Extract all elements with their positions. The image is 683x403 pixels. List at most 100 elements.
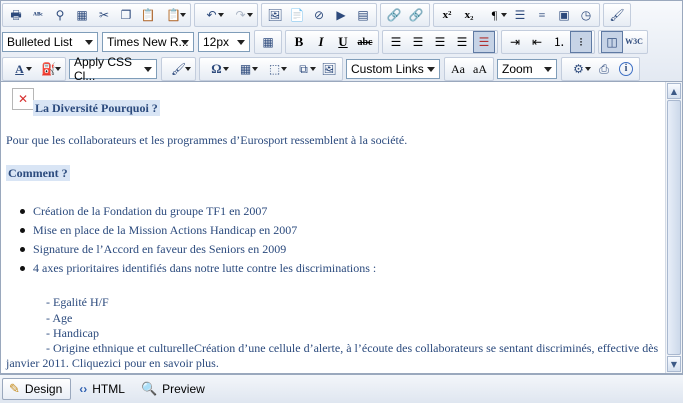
align-icon: ≡ xyxy=(538,8,546,22)
heading-comment: Comment ? xyxy=(6,165,70,181)
font-name-select[interactable]: Times New R... xyxy=(102,32,194,52)
document-body[interactable]: ✕ La Diversité Pourquoi ? Pour que les c… xyxy=(6,82,661,372)
bulleted-list-button[interactable]: ⁝ xyxy=(570,31,592,53)
media-manager-button[interactable]: ▶ xyxy=(330,4,352,26)
insert-date-button[interactable]: ◷ xyxy=(575,4,597,26)
align-right-button[interactable]: ☰ xyxy=(429,31,451,53)
image-icon: 🖼 xyxy=(267,8,283,22)
underline-button[interactable]: U xyxy=(332,31,354,53)
list-item: Création de la Fondation du groupe TF1 e… xyxy=(19,204,268,218)
heading-diversite: La Diversité Pourquoi ? xyxy=(33,100,160,116)
scroll-up-button[interactable]: ▲ xyxy=(667,83,681,99)
axis-line-wrap: janvier 2011. Cliquezici pour en savoir … xyxy=(6,356,219,370)
document-icon: 📄 xyxy=(289,8,305,22)
print-button[interactable]: 🖶 xyxy=(5,4,27,26)
pencil-icon: ✎ xyxy=(9,381,20,396)
toolbar-row-2: Bulleted List Times New R... 12px ▦ B I … xyxy=(2,29,651,55)
xhtml-validator-button[interactable]: ◫ xyxy=(601,31,623,53)
insert-custom-link-button[interactable]: ⧉ xyxy=(289,58,318,80)
remove-alignment-button[interactable]: ☰ xyxy=(473,31,495,53)
align-center-button[interactable]: ☰ xyxy=(407,31,429,53)
toggle-borders-button[interactable]: ▦ xyxy=(257,31,279,53)
template-manager-button[interactable]: ▤ xyxy=(352,4,374,26)
mode-bar: ✎ Design ‹› HTML 🔍 Preview xyxy=(0,374,683,403)
format-stripper-button[interactable]: ≡ xyxy=(531,4,553,26)
paragraph-button[interactable]: ¶ xyxy=(480,4,509,26)
hyperlink-button[interactable]: 🔗 xyxy=(383,4,405,26)
design-mode-tab[interactable]: ✎ Design xyxy=(2,378,72,400)
strikethrough-icon: abc xyxy=(357,36,373,48)
paste-options-button[interactable]: 📋 xyxy=(159,4,188,26)
toolbar-group-html: ▦ xyxy=(254,30,282,54)
page-properties-button[interactable]: ⎙ xyxy=(593,58,615,80)
image-map-button[interactable]: 🖼 xyxy=(318,58,340,80)
flash-manager-button[interactable]: ⊘ xyxy=(308,4,330,26)
undo-button[interactable]: ↶ xyxy=(197,4,226,26)
italic-button[interactable]: I xyxy=(310,31,332,53)
align-left-button[interactable]: ☰ xyxy=(385,31,407,53)
about-button[interactable]: i xyxy=(615,58,637,80)
clock-icon: ◷ xyxy=(580,8,592,22)
lowercase-icon: Aa xyxy=(451,62,465,76)
unlink-button[interactable]: 🔗 xyxy=(405,4,427,26)
indent-button[interactable]: ⇥ xyxy=(504,31,526,53)
numbered-list-button[interactable]: ⒈ xyxy=(548,31,570,53)
toolbar-row-3: A ⛽ Apply CSS Cl... 🖌 Ω ▦ ⬚ ⧉ 🖼 Custom L… xyxy=(2,55,643,83)
back-color-button[interactable]: ⛽ xyxy=(34,58,63,80)
template-icon: ▤ xyxy=(357,8,369,22)
subscript-button[interactable]: x₂ xyxy=(458,4,480,26)
paragraph-icon: ☰ xyxy=(514,8,526,22)
spellcheck-button[interactable]: ᴬᴮᶜ xyxy=(27,4,49,26)
strikethrough-button[interactable]: abc xyxy=(354,31,376,53)
justify-button[interactable]: ☰ xyxy=(451,31,473,53)
format-painter-button[interactable]: 🖌 xyxy=(164,58,193,80)
convert-lowercase-button[interactable]: Aa xyxy=(447,58,469,80)
justify-icon: ☰ xyxy=(456,35,468,49)
scroll-thumb[interactable] xyxy=(667,100,681,355)
scroll-down-button[interactable]: ▼ xyxy=(667,356,681,372)
modules-button[interactable]: ⚙ xyxy=(564,58,593,80)
list-item: Mise en place de la Mission Actions Hand… xyxy=(19,223,298,237)
select-all-button[interactable]: ▦ xyxy=(71,4,93,26)
custom-links-select[interactable]: Custom Links xyxy=(346,59,440,79)
list-item: 4 axes prioritaires identifiés dans notr… xyxy=(19,261,377,275)
css-class-select[interactable]: Apply CSS Cl... xyxy=(69,55,157,83)
convert-uppercase-button[interactable]: aA xyxy=(469,58,491,80)
pilcrow-icon: ¶ xyxy=(491,8,498,22)
vertical-scrollbar[interactable]: ▲ ▼ xyxy=(665,82,682,373)
zoom-select[interactable]: Zoom xyxy=(497,59,557,79)
copy-button[interactable]: ❐ xyxy=(115,4,137,26)
cut-button[interactable]: ✂ xyxy=(93,4,115,26)
superscript-button[interactable]: x² xyxy=(436,4,458,26)
snippet-icon: ⬚ xyxy=(268,62,281,76)
insert-form-button[interactable]: ▣ xyxy=(553,4,575,26)
font-size-select[interactable]: 12px xyxy=(198,32,250,52)
insert-table-button[interactable]: ▦ xyxy=(231,58,260,80)
fore-color-button[interactable]: A xyxy=(5,58,34,80)
format-cleaner-button[interactable]: 🖌 xyxy=(606,4,628,26)
document-manager-button[interactable]: 📄 xyxy=(286,4,308,26)
outdent-button[interactable]: ⇤ xyxy=(526,31,548,53)
image-manager-button[interactable]: 🖼 xyxy=(264,4,286,26)
flash-icon: ⊘ xyxy=(313,8,325,22)
editor-content-area[interactable]: ✕ La Diversité Pourquoi ? Pour que les c… xyxy=(0,82,683,374)
insert-symbol-button[interactable]: Ω xyxy=(202,58,231,80)
bulleted-list-icon: ⁝ xyxy=(579,35,583,49)
html-mode-tab[interactable]: ‹› HTML xyxy=(73,378,133,400)
find-replace-button[interactable]: ⚲ xyxy=(49,4,71,26)
redo-button[interactable]: ↷ xyxy=(226,4,255,26)
validator-icon: ◫ xyxy=(606,35,618,49)
insert-snippet-button[interactable]: ⬚ xyxy=(260,58,289,80)
paste-button[interactable]: 📋 xyxy=(137,4,159,26)
magnifier-icon: 🔍 xyxy=(140,381,158,396)
preview-mode-label: Preview xyxy=(162,382,205,396)
new-paragraph-button[interactable]: ☰ xyxy=(509,4,531,26)
bold-button[interactable]: B xyxy=(288,31,310,53)
axis-line: - Origine ethnique et culturelleCréation… xyxy=(46,341,659,355)
binoculars-icon: ⚲ xyxy=(55,8,65,22)
paint-bucket-icon: ⛽ xyxy=(41,62,56,76)
block-format-select[interactable]: Bulleted List xyxy=(2,32,98,52)
w3c-button[interactable]: W3C xyxy=(623,31,645,53)
broken-image-icon[interactable]: ✕ xyxy=(12,88,34,110)
preview-mode-tab[interactable]: 🔍 Preview xyxy=(135,378,213,400)
